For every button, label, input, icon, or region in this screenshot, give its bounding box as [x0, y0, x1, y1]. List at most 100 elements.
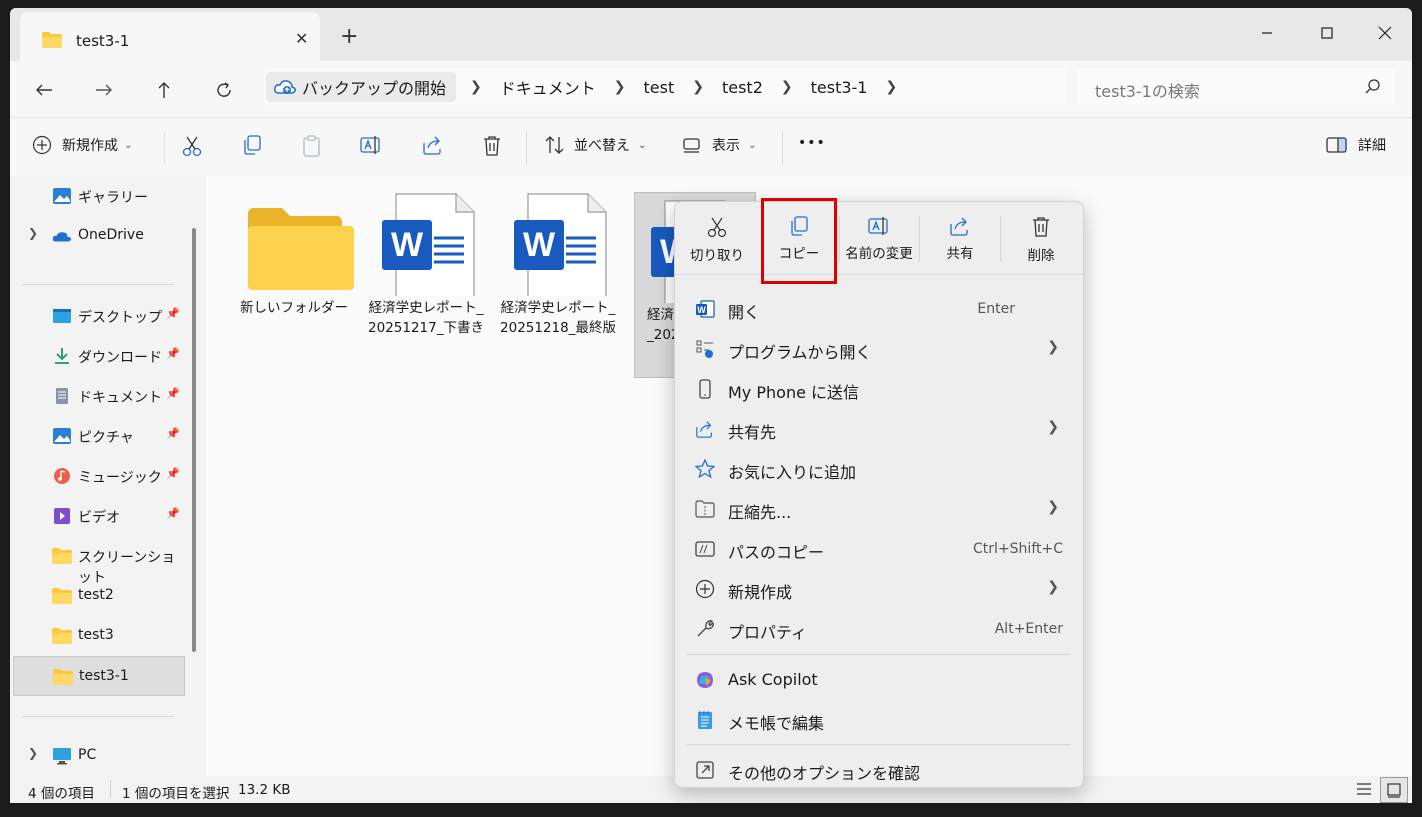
- file-name: 経済学史レポート_20251217_下書き: [368, 300, 484, 336]
- menu-item-add-favorite[interactable]: お気に入りに追加: [675, 449, 1083, 489]
- sidebar-item-onedrive[interactable]: ❯ OneDrive: [10, 216, 184, 254]
- breadcrumb-test2[interactable]: test2: [708, 78, 777, 97]
- menu-item-label: パスのコピー: [728, 543, 825, 562]
- pin-icon[interactable]: 📌: [166, 507, 180, 520]
- plus-circle-icon: [695, 579, 715, 599]
- breadcrumb[interactable]: バックアップの開始 ❯ ドキュメント ❯ test ❯ test2 ❯ test…: [264, 68, 1066, 106]
- pin-icon[interactable]: 📌: [166, 307, 180, 320]
- divider: [782, 132, 783, 164]
- sidebar-item-videos[interactable]: ビデオ 📌: [10, 496, 184, 534]
- sidebar-scrollbar[interactable]: [192, 228, 196, 652]
- share-action[interactable]: 共有: [920, 210, 1000, 270]
- chevron-right-icon[interactable]: ❯: [456, 79, 486, 95]
- copy-button[interactable]: [242, 135, 262, 155]
- sidebar-item-desktop[interactable]: デスクトップ 📌: [10, 296, 184, 334]
- gallery-icon: [53, 188, 71, 204]
- details-button[interactable]: 詳細: [1326, 135, 1386, 155]
- rename-button[interactable]: [360, 135, 382, 155]
- more-options-button[interactable]: •••: [798, 135, 826, 151]
- refresh-button[interactable]: [206, 77, 242, 103]
- delete-button[interactable]: [482, 135, 502, 157]
- close-tab-icon[interactable]: ✕: [295, 29, 308, 48]
- menu-item-open[interactable]: W 開く Enter: [675, 289, 1083, 329]
- new-tab-button[interactable]: +: [340, 26, 358, 48]
- sidebar-item-test3[interactable]: test3: [10, 616, 184, 654]
- chevron-right-icon[interactable]: ❯: [688, 79, 708, 95]
- cut-button[interactable]: [182, 135, 202, 157]
- menu-item-properties[interactable]: プロパティ Alt+Enter: [675, 609, 1083, 649]
- chevron-right-icon[interactable]: ❯: [610, 79, 630, 95]
- sidebar-item-pc[interactable]: ❯ PC: [10, 736, 184, 774]
- pin-icon[interactable]: 📌: [166, 347, 180, 360]
- menu-item-open-with[interactable]: プログラムから開く ❯: [675, 329, 1083, 369]
- chevron-right-icon[interactable]: ❯: [881, 79, 901, 95]
- file-item[interactable]: W 経済学史レポート_20251217_下書き: [366, 186, 486, 338]
- breadcrumb-documents[interactable]: ドキュメント: [486, 75, 610, 99]
- delete-action[interactable]: 削除: [1001, 210, 1081, 270]
- menu-item-edit-notepad[interactable]: メモ帳で編集: [675, 700, 1083, 740]
- menu-item-send-to-phone[interactable]: My Phone に送信: [675, 369, 1083, 409]
- new-button[interactable]: 新規作成 ⌄: [32, 135, 132, 155]
- menu-item-new[interactable]: 新規作成 ❯: [675, 569, 1083, 609]
- cut-label: 切り取り: [690, 248, 744, 264]
- divider: [110, 780, 111, 798]
- tiles-view-button[interactable]: [1380, 777, 1408, 803]
- paste-button[interactable]: [302, 135, 322, 157]
- open-with-icon: [696, 340, 713, 358]
- pin-icon[interactable]: 📌: [166, 387, 180, 400]
- search-input[interactable]: test3-1の検索: [1077, 68, 1395, 106]
- sidebar-item-label: ダウンロード: [78, 350, 162, 366]
- menu-item-label: 開く: [728, 303, 761, 322]
- pin-icon[interactable]: 📌: [166, 467, 180, 480]
- breadcrumb-test[interactable]: test: [630, 78, 689, 97]
- share-icon: [423, 136, 441, 155]
- sidebar-item-test3-1[interactable]: test3-1: [13, 656, 185, 696]
- up-button[interactable]: [146, 77, 182, 103]
- copilot-icon: [697, 672, 713, 688]
- sidebar-item-screenshots[interactable]: スクリーンショット: [10, 536, 184, 586]
- breadcrumb-home[interactable]: バックアップの開始: [266, 72, 457, 102]
- sidebar-item-downloads[interactable]: ダウンロード 📌: [10, 336, 184, 374]
- sidebar-item-music[interactable]: ミュージック 📌: [10, 456, 184, 494]
- sidebar-item-label: ドキュメント: [78, 390, 162, 406]
- menu-item-share-with[interactable]: 共有先 ❯: [675, 409, 1083, 449]
- selected-count: 1 個の項目を選択: [122, 786, 230, 802]
- chevron-right-icon[interactable]: ❯: [28, 746, 38, 760]
- menu-item-label: プロパティ: [728, 623, 808, 642]
- minimize-button[interactable]: [1244, 15, 1290, 51]
- breadcrumb-test3-1[interactable]: test3-1: [797, 78, 882, 97]
- back-button[interactable]: [26, 77, 62, 103]
- rename-label: 名前の変更: [845, 246, 913, 262]
- sort-button[interactable]: 並べ替え ⌄: [544, 135, 646, 155]
- sidebar-item-pictures[interactable]: ピクチャ 📌: [10, 416, 184, 454]
- sidebar-item-documents[interactable]: ドキュメント 📌: [10, 376, 184, 414]
- menu-item-compress[interactable]: 圧縮先... ❯: [675, 489, 1083, 529]
- share-button[interactable]: [422, 135, 444, 155]
- menu-item-copy-path[interactable]: パスのコピー Ctrl+Shift+C: [675, 529, 1083, 569]
- menu-item-ask-copilot[interactable]: Ask Copilot: [675, 660, 1083, 700]
- view-button[interactable]: 表示 ⌄: [682, 135, 756, 155]
- menu-item-more-options[interactable]: その他のオプションを確認: [675, 750, 1083, 790]
- maximize-button[interactable]: [1304, 15, 1350, 51]
- cut-action[interactable]: 切り取り: [677, 210, 757, 270]
- sidebar-item-label: test3: [78, 627, 114, 643]
- list-view-icon: [1357, 783, 1371, 795]
- paste-icon: [303, 135, 320, 157]
- close-window-button[interactable]: [1362, 15, 1408, 51]
- plus-circle-icon: [32, 135, 52, 155]
- chevron-right-icon[interactable]: ❯: [28, 226, 38, 240]
- onedrive-icon: [52, 232, 72, 242]
- menu-item-label: お気に入りに追加: [728, 463, 857, 482]
- list-view-button[interactable]: [1356, 781, 1372, 801]
- rename-action[interactable]: 名前の変更: [839, 210, 919, 270]
- forward-button[interactable]: [86, 77, 122, 103]
- chevron-right-icon[interactable]: ❯: [777, 79, 797, 95]
- maximize-icon: [1321, 27, 1333, 39]
- file-item[interactable]: W 経済学史レポート_20251218_最終版: [498, 186, 618, 338]
- trash-icon: [484, 136, 500, 156]
- pin-icon[interactable]: 📌: [166, 427, 180, 440]
- sidebar-item-test2[interactable]: test2: [10, 576, 184, 614]
- sidebar-item-gallery[interactable]: ギャラリー: [10, 176, 184, 214]
- file-item[interactable]: 新しいフォルダー: [234, 186, 354, 318]
- tab-test3-1[interactable]: test3-1 ✕: [20, 12, 320, 61]
